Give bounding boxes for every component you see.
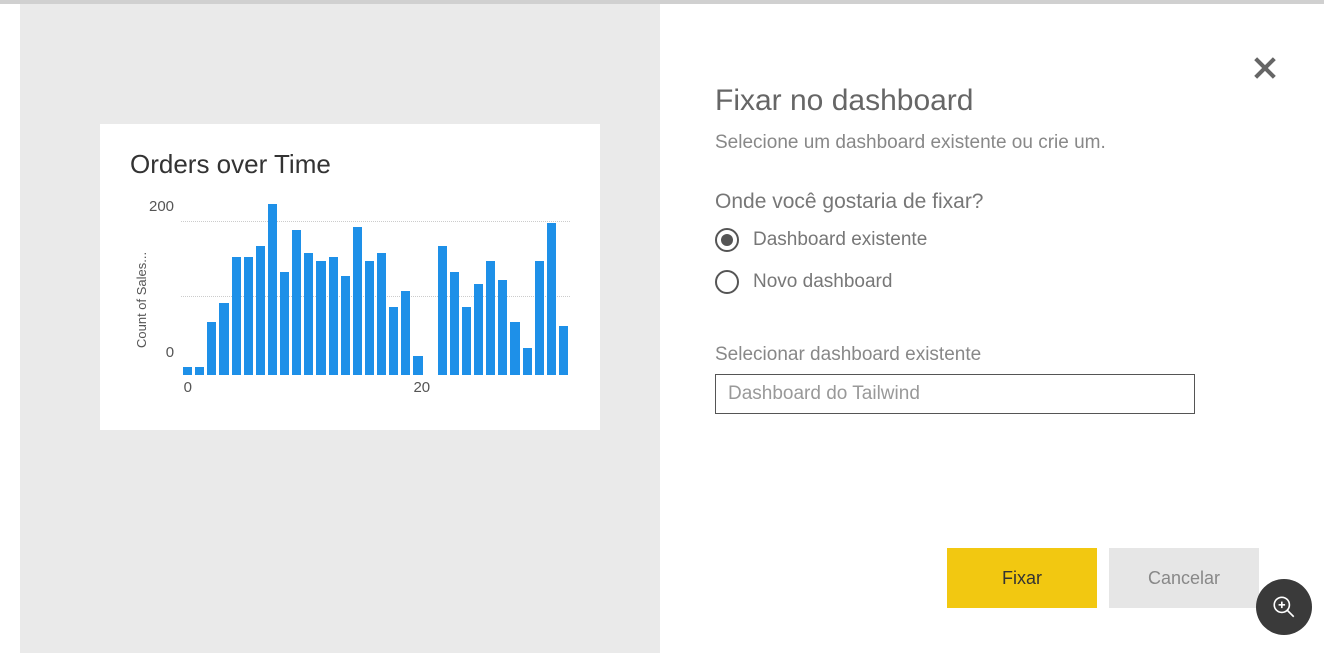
pin-to-dashboard-dialog: Orders over Time Count of Sales... 200 0… bbox=[20, 4, 1304, 653]
bar bbox=[510, 322, 519, 375]
plot-area bbox=[180, 200, 570, 375]
radio-label: Novo dashboard bbox=[753, 271, 892, 293]
bar bbox=[195, 367, 204, 375]
x-tick: 0 bbox=[184, 379, 192, 396]
radio-icon bbox=[715, 270, 739, 294]
radio-new-dashboard[interactable]: Novo dashboard bbox=[715, 270, 1259, 294]
bar bbox=[304, 253, 313, 375]
zoom-in-fab[interactable] bbox=[1256, 579, 1312, 635]
bar bbox=[268, 204, 277, 375]
bar bbox=[474, 284, 483, 375]
bar bbox=[292, 230, 301, 375]
bar bbox=[244, 257, 253, 375]
bar bbox=[219, 303, 228, 375]
button-label: Cancelar bbox=[1148, 568, 1220, 589]
y-axis-label: Count of Sales... bbox=[130, 200, 149, 400]
bar bbox=[353, 227, 362, 375]
chart-title: Orders over Time bbox=[130, 149, 570, 180]
bars-container bbox=[181, 200, 570, 375]
close-icon bbox=[1251, 54, 1279, 82]
chart-preview-panel: Orders over Time Count of Sales... 200 0… bbox=[20, 4, 660, 653]
x-tick: 20 bbox=[413, 379, 430, 396]
bar bbox=[559, 326, 568, 375]
chart-card: Orders over Time Count of Sales... 200 0… bbox=[100, 124, 600, 430]
select-dashboard-label: Selecionar dashboard existente bbox=[715, 344, 1259, 366]
x-axis-ticks: 0 20 bbox=[180, 375, 570, 400]
bar bbox=[256, 246, 265, 375]
chart-body: Count of Sales... 200 0 0 20 bbox=[130, 200, 570, 400]
pin-button[interactable]: Fixar bbox=[947, 548, 1097, 608]
bar bbox=[413, 356, 422, 375]
dialog-form-panel: Fixar no dashboard Selecione um dashboar… bbox=[660, 4, 1304, 653]
bar bbox=[450, 272, 459, 375]
bar bbox=[547, 223, 556, 375]
y-tick: 0 bbox=[166, 346, 174, 360]
dialog-buttons: Fixar Cancelar bbox=[947, 548, 1259, 608]
bar bbox=[207, 322, 216, 375]
button-label: Fixar bbox=[1002, 568, 1042, 589]
y-axis-ticks: 200 0 bbox=[149, 200, 180, 380]
bar bbox=[535, 261, 544, 375]
bar bbox=[523, 348, 532, 375]
zoom-in-icon bbox=[1271, 594, 1297, 620]
bar bbox=[377, 253, 386, 375]
bar bbox=[389, 307, 398, 375]
bar bbox=[438, 246, 447, 375]
bar bbox=[280, 272, 289, 375]
bar bbox=[462, 307, 471, 375]
radio-selected-dot bbox=[721, 234, 733, 246]
y-tick: 200 bbox=[149, 200, 174, 214]
bar bbox=[486, 261, 495, 375]
bar bbox=[401, 291, 410, 375]
select-value: Dashboard do Tailwind bbox=[728, 383, 920, 404]
radio-icon bbox=[715, 228, 739, 252]
dashboard-select[interactable]: Dashboard do Tailwind bbox=[715, 374, 1195, 414]
close-button[interactable] bbox=[1251, 54, 1279, 87]
cancel-button[interactable]: Cancelar bbox=[1109, 548, 1259, 608]
bar bbox=[329, 257, 338, 375]
plot-wrap: 0 20 bbox=[180, 200, 570, 400]
bar bbox=[232, 257, 241, 375]
bar bbox=[365, 261, 374, 375]
bar bbox=[341, 276, 350, 375]
bar bbox=[498, 280, 507, 375]
pin-location-question: Onde você gostaria de fixar? bbox=[715, 190, 1259, 214]
bar bbox=[316, 261, 325, 375]
radio-label: Dashboard existente bbox=[753, 229, 927, 251]
bar bbox=[183, 367, 192, 375]
dialog-title: Fixar no dashboard bbox=[715, 84, 1259, 118]
radio-existing-dashboard[interactable]: Dashboard existente bbox=[715, 228, 1259, 252]
dialog-subtitle: Selecione um dashboard existente ou crie… bbox=[715, 132, 1259, 154]
